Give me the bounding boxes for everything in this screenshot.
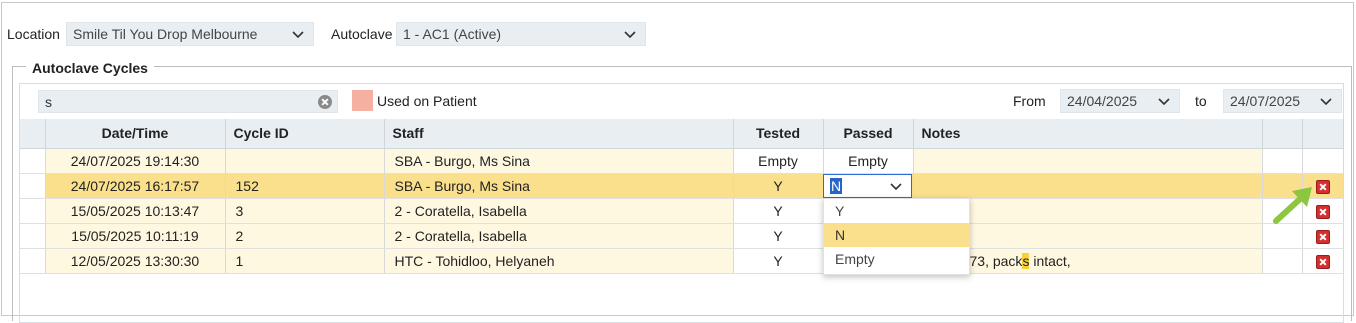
header-blank bbox=[1262, 119, 1303, 149]
cell-tested[interactable]: Y bbox=[733, 223, 824, 249]
cell-cycle-id[interactable]: 152 bbox=[225, 173, 385, 199]
autoclave-value: 1 - AC1 (Active) bbox=[403, 26, 502, 42]
table-row-selected[interactable]: 24/07/2025 16:17:57 152 SBA - Burgo, Ms … bbox=[20, 173, 1344, 199]
cell-cycle-id[interactable]: 1 bbox=[225, 248, 385, 274]
chevron-down-icon bbox=[292, 31, 304, 39]
table-header-row: Date/Time Cycle ID Staff Tested Passed N… bbox=[20, 119, 1344, 149]
column-header-notes[interactable]: Notes bbox=[913, 119, 1263, 149]
column-header-datetime[interactable]: Date/Time bbox=[45, 119, 226, 149]
notes-text-a: 73, pack bbox=[969, 252, 1023, 269]
from-date-picker[interactable]: 24/04/2025 bbox=[1060, 89, 1180, 113]
cell-blank bbox=[1262, 248, 1303, 274]
to-date-picker[interactable]: 24/07/2025 bbox=[1223, 89, 1342, 113]
clear-icon[interactable] bbox=[318, 95, 332, 109]
cell-staff[interactable]: HTC - Tohidloo, Helyaneh bbox=[384, 248, 734, 274]
cell-cycle-id[interactable]: 3 bbox=[225, 198, 385, 224]
cell-datetime[interactable]: 24/07/2025 19:14:30 bbox=[45, 148, 226, 174]
row-gutter bbox=[20, 198, 46, 224]
cell-staff[interactable]: SBA - Burgo, Ms Sina bbox=[384, 148, 734, 174]
cell-notes[interactable] bbox=[913, 148, 1263, 174]
cell-datetime[interactable]: 12/05/2025 13:30:30 bbox=[45, 248, 226, 274]
cell-tested[interactable]: Y bbox=[733, 198, 824, 224]
cell-datetime[interactable]: 15/05/2025 10:11:19 bbox=[45, 223, 226, 249]
passed-dropdown-list: Y N Empty bbox=[823, 198, 970, 275]
delete-icon[interactable] bbox=[1315, 179, 1330, 194]
cell-blank bbox=[1262, 148, 1303, 174]
cell-datetime[interactable]: 24/07/2025 16:17:57 bbox=[45, 173, 226, 199]
pointer-arrow-icon bbox=[1273, 187, 1312, 224]
from-label: From bbox=[1013, 93, 1046, 109]
notes-text-b: intact, bbox=[1029, 252, 1071, 269]
row-gutter bbox=[20, 148, 46, 174]
editor-value: N bbox=[830, 178, 843, 194]
cell-staff[interactable]: 2 - Coratella, Isabella bbox=[384, 198, 734, 224]
cell-actions bbox=[1302, 248, 1344, 274]
column-header-tested[interactable]: Tested bbox=[733, 119, 824, 149]
search-input[interactable]: s bbox=[38, 90, 338, 113]
cell-passed[interactable]: Empty bbox=[823, 148, 914, 174]
chevron-down-icon[interactable] bbox=[889, 179, 903, 193]
column-header-cycle-id[interactable]: Cycle ID bbox=[225, 119, 385, 149]
column-header-passed[interactable]: Passed bbox=[823, 119, 914, 149]
location-value: Smile Til You Drop Melbourne bbox=[73, 26, 258, 42]
table-row[interactable]: 24/07/2025 19:14:30 SBA - Burgo, Ms Sina… bbox=[20, 148, 1344, 174]
delete-icon[interactable] bbox=[1315, 204, 1330, 219]
header-gutter bbox=[20, 119, 46, 149]
header-actions bbox=[1302, 119, 1344, 149]
cell-datetime[interactable]: 15/05/2025 10:13:47 bbox=[45, 198, 226, 224]
table-row[interactable]: 15/05/2025 10:13:47 3 2 - Coratella, Isa… bbox=[20, 198, 1344, 224]
chevron-down-icon bbox=[1158, 98, 1170, 106]
dropdown-option-n[interactable]: N bbox=[824, 223, 969, 247]
to-date-value: 24/07/2025 bbox=[1230, 93, 1301, 109]
location-label: Location bbox=[7, 26, 60, 42]
search-value: s bbox=[45, 93, 52, 110]
from-date-value: 24/04/2025 bbox=[1067, 93, 1138, 109]
section-title: Autoclave Cycles bbox=[26, 60, 154, 76]
table-row[interactable]: 12/05/2025 13:30:30 1 HTC - Tohidloo, He… bbox=[20, 248, 1344, 274]
cell-staff[interactable]: SBA - Burgo, Ms Sina bbox=[384, 173, 734, 199]
passed-cell-editor[interactable]: N bbox=[823, 174, 912, 198]
legend-swatch bbox=[352, 90, 373, 111]
dropdown-option-empty[interactable]: Empty bbox=[824, 247, 969, 271]
delete-icon[interactable] bbox=[1315, 229, 1330, 244]
cell-cycle-id[interactable] bbox=[225, 148, 385, 174]
row-gutter bbox=[20, 248, 46, 274]
cell-staff[interactable]: 2 - Coratella, Isabella bbox=[384, 223, 734, 249]
chevron-down-icon bbox=[1320, 98, 1332, 106]
row-gutter bbox=[20, 223, 46, 249]
cell-notes[interactable] bbox=[913, 173, 1263, 199]
row-gutter bbox=[20, 173, 46, 199]
dropdown-option-y[interactable]: Y bbox=[824, 199, 969, 223]
cycles-table: Date/Time Cycle ID Staff Tested Passed N… bbox=[20, 119, 1344, 274]
autoclave-select[interactable]: 1 - AC1 (Active) bbox=[396, 22, 646, 46]
chevron-down-icon bbox=[624, 31, 636, 39]
cell-tested[interactable]: Empty bbox=[733, 148, 824, 174]
table-row[interactable]: 15/05/2025 10:11:19 2 2 - Coratella, Isa… bbox=[20, 223, 1344, 249]
to-label: to bbox=[1195, 93, 1207, 109]
location-select[interactable]: Smile Til You Drop Melbourne bbox=[66, 22, 314, 46]
delete-icon[interactable] bbox=[1315, 254, 1330, 269]
legend-label: Used on Patient bbox=[377, 93, 477, 109]
cell-tested[interactable]: Y bbox=[733, 248, 824, 274]
cell-actions bbox=[1302, 148, 1344, 174]
column-header-staff[interactable]: Staff bbox=[384, 119, 734, 149]
autoclave-label: Autoclave bbox=[331, 26, 393, 42]
cell-cycle-id[interactable]: 2 bbox=[225, 223, 385, 249]
cell-tested[interactable]: Y bbox=[733, 173, 824, 199]
